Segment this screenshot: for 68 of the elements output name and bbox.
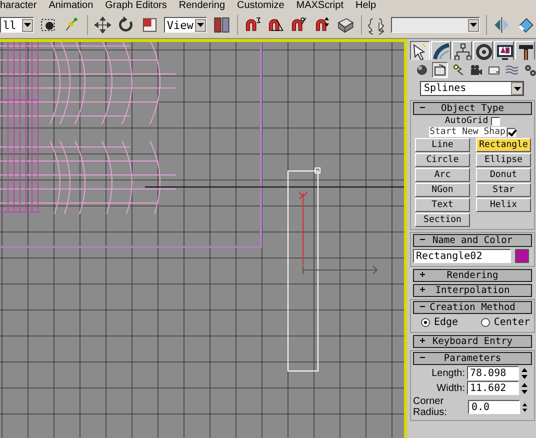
parameter-field[interactable]: 11.602 <box>467 381 519 395</box>
reference-coordinate-dropdown[interactable]: View <box>164 17 208 33</box>
dropdown-arrow-icon <box>197 23 204 27</box>
start-new-shape-label: Start New Shap <box>428 127 506 137</box>
rollout-header[interactable]: Name and Color <box>413 234 532 247</box>
rollout-header[interactable]: Parameters <box>413 352 532 365</box>
radio-label: Edge <box>434 317 458 328</box>
cameras-icon <box>469 63 483 77</box>
rollout-header[interactable]: Interpolation <box>413 284 532 297</box>
parameter-field[interactable]: 0.0 <box>468 400 520 414</box>
object-color-swatch[interactable] <box>515 249 529 263</box>
autogrid-checkbox[interactable] <box>491 116 500 126</box>
radio-button[interactable] <box>421 318 430 327</box>
menu-item[interactable]: Rendering <box>178 0 226 12</box>
menu-item[interactable]: Customize <box>237 0 284 12</box>
shape-button[interactable]: Circle <box>415 153 470 167</box>
move-icon[interactable] <box>94 14 112 36</box>
menu-item[interactable]: Help <box>356 0 376 12</box>
panel-tab[interactable] <box>410 41 430 60</box>
category-button[interactable] <box>468 62 484 78</box>
shape-button[interactable]: Ellipse <box>476 153 531 167</box>
parameter-label: Length: <box>432 368 465 378</box>
shapes-icon <box>433 63 447 77</box>
dropdown-arrow-icon <box>514 86 520 90</box>
axis-tripod-icon <box>298 192 378 274</box>
rollout-header[interactable]: Keyboard Entry <box>413 335 532 348</box>
menu-item[interactable]: Animation <box>48 0 94 12</box>
lights-icon <box>451 63 465 77</box>
radio-label: Center <box>494 317 530 328</box>
shape-button[interactable]: Donut <box>476 168 531 182</box>
parameter-label: Width: <box>436 382 465 394</box>
subcategory-dropdown[interactable]: Splines <box>420 81 524 96</box>
hierarchy-icon <box>453 42 471 60</box>
dropdown-arrow-icon <box>470 23 478 27</box>
modify-icon <box>432 42 450 60</box>
selection-filter-dropdown[interactable]: ll <box>0 17 34 33</box>
shape-button[interactable]: Section <box>415 213 470 227</box>
menu-item[interactable]: Graph Editors <box>105 0 167 12</box>
motion-icon <box>474 42 492 60</box>
autogrid-label: AutoGrid <box>444 116 488 126</box>
parameter-label: Corner Radius: <box>413 396 448 418</box>
spinner-arrows-icon[interactable] <box>521 382 528 394</box>
menu-item[interactable]: MAXScript <box>296 0 344 12</box>
shape-button[interactable]: Star <box>476 183 531 197</box>
shape-button[interactable]: Line <box>415 138 470 152</box>
geometry-icon <box>415 63 429 77</box>
object-name-field[interactable]: Rectangle02 <box>413 249 511 263</box>
spinner-arrows-icon[interactable] <box>522 400 528 414</box>
spacewarps-icon <box>505 63 519 77</box>
rollout-header[interactable]: Creation Method <box>413 301 532 314</box>
menu-item[interactable]: haracter <box>0 0 37 12</box>
shape-button[interactable]: Text <box>415 198 470 212</box>
shape-button[interactable]: NGon <box>415 183 470 197</box>
start-new-shape-checkbox[interactable] <box>507 128 516 136</box>
shape-button[interactable]: Arc <box>415 168 470 182</box>
category-button[interactable] <box>522 62 536 78</box>
spinner-arrows-icon[interactable] <box>521 366 528 380</box>
category-button[interactable] <box>432 62 448 78</box>
rollout-header[interactable]: Rendering <box>413 269 532 282</box>
rollout-header[interactable]: Object Type <box>413 102 532 115</box>
radio-button[interactable] <box>480 318 490 327</box>
parameter-field[interactable]: 78.098 <box>467 366 519 380</box>
named-selection-dropdown[interactable] <box>390 17 480 33</box>
category-button[interactable] <box>414 62 430 78</box>
shape-button[interactable]: Rectangle <box>476 138 531 152</box>
shape-button[interactable]: Helix <box>476 198 531 212</box>
mirror-icon[interactable] <box>493 14 511 36</box>
dropdown-arrow-icon <box>24 23 32 27</box>
